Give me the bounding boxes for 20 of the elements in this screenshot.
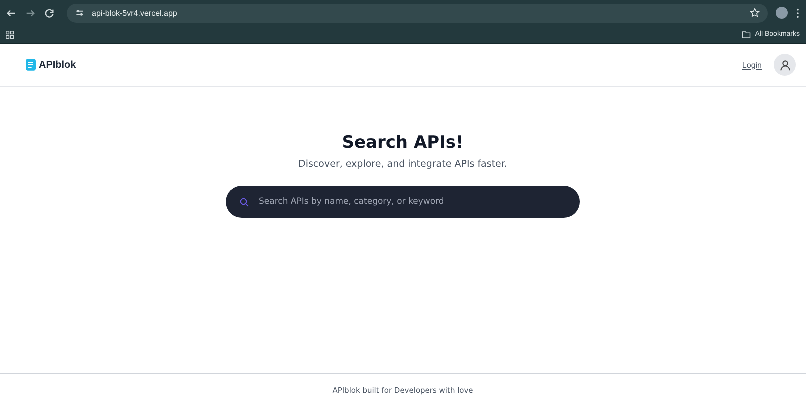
profile-avatar[interactable] [776, 7, 788, 19]
login-link[interactable]: Login [742, 60, 762, 70]
user-icon [780, 60, 790, 70]
star-icon[interactable] [750, 8, 760, 18]
back-icon[interactable] [6, 8, 17, 18]
menu-icon[interactable] [796, 8, 800, 18]
search-icon [240, 198, 249, 206]
logo-icon [26, 59, 36, 71]
folder-icon [742, 30, 752, 38]
hero-title: Search APIs! [342, 133, 464, 153]
address-bar[interactable]: api-blok-5vr4.vercel.app [67, 4, 768, 22]
reload-icon[interactable] [44, 8, 55, 18]
apps-icon[interactable] [6, 30, 14, 38]
brand-name: APIblok [39, 60, 76, 70]
forward-icon[interactable] [25, 8, 36, 18]
site-settings-icon[interactable] [75, 8, 85, 18]
search-field[interactable]: Search APIs by name, category, or keyword [226, 186, 580, 218]
hero-subtitle: Discover, explore, and integrate APIs faster. [298, 159, 508, 170]
url-text: api-blok-5vr4.vercel.app [92, 8, 178, 18]
user-button[interactable] [774, 54, 796, 76]
